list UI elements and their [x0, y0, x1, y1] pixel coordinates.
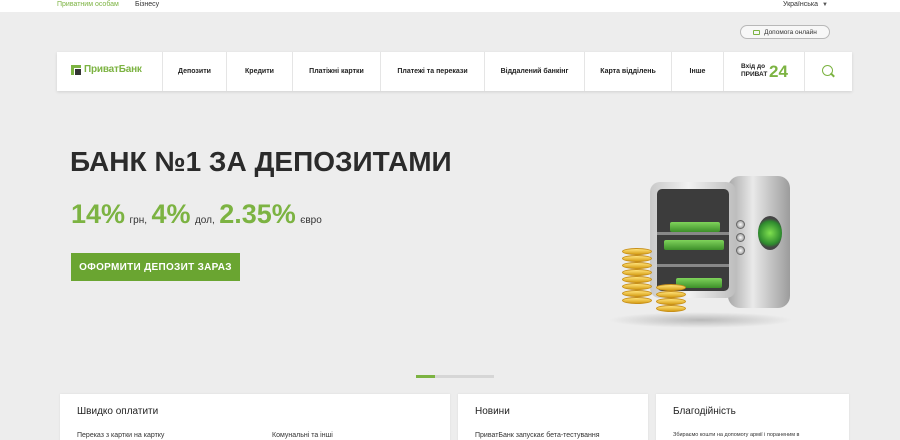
- privat24-login[interactable]: Вхід до ПРИВАТ 24: [723, 52, 805, 91]
- nav-item-payments[interactable]: Платежі та перекази: [380, 52, 484, 91]
- safe-illustration: [600, 172, 800, 337]
- hero-title: БАНК №1 ЗА ДЕПОЗИТАМИ: [70, 146, 452, 177]
- privatbank-logo-icon: [71, 64, 81, 75]
- charity-title: Благодійність: [673, 406, 736, 417]
- deposit-rates: 14% грн, 4% дол, 2.35% євро: [71, 199, 322, 230]
- top-strip: Приватним особам Бізнесу Українська ▼: [0, 0, 900, 12]
- logo-text: ПриватБанк: [84, 64, 142, 75]
- news-title: Новини: [475, 406, 510, 417]
- rate-usd-unit: дол,: [194, 215, 215, 226]
- chat-icon: [753, 29, 761, 35]
- charity-card: Благодійність Збираємо кошти на допомогу…: [656, 394, 849, 440]
- privat24-label: Вхід до ПРИВАТ: [741, 63, 768, 78]
- privat24-number: 24: [769, 62, 788, 81]
- rate-eur: 2.35%: [219, 199, 296, 229]
- quick-pay-card: Швидко оплатити Переказ з картки на карт…: [60, 394, 450, 440]
- charity-item[interactable]: Збираємо кошти на допомогу армії і поран…: [673, 432, 799, 438]
- help-online-label: Допомога онлайн: [764, 28, 817, 36]
- news-card: Новини ПриватБанк запускає бета-тестуван…: [458, 394, 648, 440]
- quick-pay-title: Швидко оплатити: [77, 406, 159, 417]
- nav-item-credits[interactable]: Кредити: [226, 52, 292, 91]
- rate-uah-unit: грн,: [129, 215, 148, 226]
- segment-business[interactable]: Бізнесу: [135, 1, 159, 8]
- nav-item-branches-map[interactable]: Карта відділень: [584, 52, 671, 91]
- search-icon[interactable]: [822, 65, 834, 77]
- nav-item-remote-banking[interactable]: Віддалений банкінг: [484, 52, 584, 91]
- language-selector[interactable]: Українська: [783, 1, 818, 8]
- segment-private[interactable]: Приватним особам: [57, 1, 119, 8]
- hero-slider-indicator[interactable]: [416, 375, 494, 378]
- main-nav: ПриватБанк Депозити Кредити Платіжні кар…: [57, 52, 852, 91]
- open-deposit-button[interactable]: ОФОРМИТИ ДЕПОЗИТ ЗАРАЗ: [71, 253, 240, 281]
- quick-pay-utilities[interactable]: Комунальні та інші: [272, 432, 333, 439]
- news-item[interactable]: ПриватБанк запускає бета-тестування: [475, 432, 600, 439]
- chevron-down-icon[interactable]: ▼: [822, 2, 828, 8]
- rate-uah: 14%: [71, 199, 126, 229]
- rate-usd: 4%: [151, 199, 191, 229]
- nav-item-cards[interactable]: Платіжні картки: [292, 52, 380, 91]
- help-online-button[interactable]: Допомога онлайн: [740, 25, 830, 39]
- quick-pay-card-to-card[interactable]: Переказ з картки на картку: [77, 432, 164, 439]
- logo[interactable]: ПриватБанк: [71, 64, 142, 75]
- nav-item-other[interactable]: Інше: [671, 52, 723, 91]
- rate-eur-unit: євро: [300, 215, 322, 226]
- nav-item-deposits[interactable]: Депозити: [162, 52, 226, 91]
